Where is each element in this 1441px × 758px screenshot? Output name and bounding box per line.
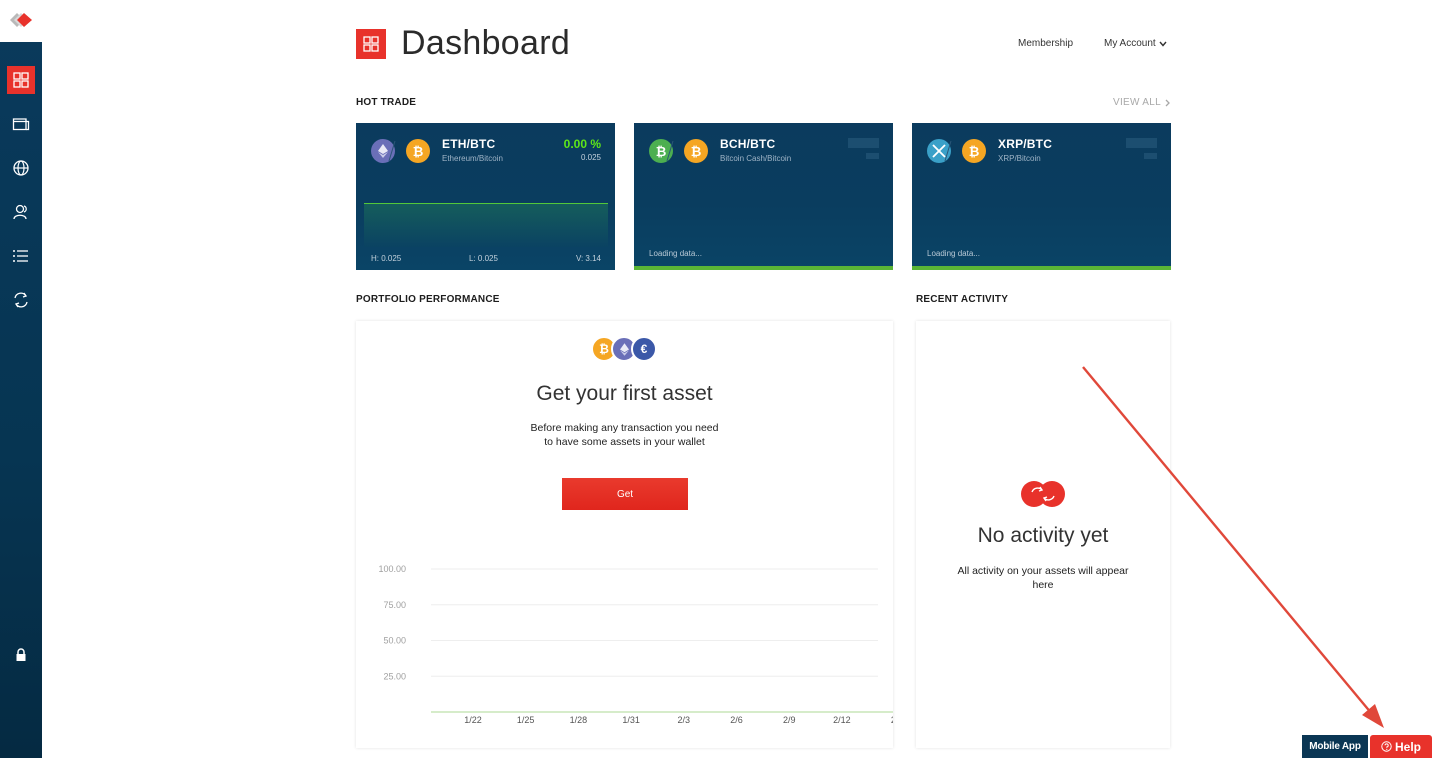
membership-link[interactable]: Membership: [1018, 38, 1073, 49]
y-tick-label: 50.00: [383, 636, 406, 646]
first-asset-heading: Get your first asset: [536, 382, 713, 405]
page-title: Dashboard: [401, 24, 571, 62]
nav-orders[interactable]: [0, 240, 42, 272]
y-tick-label: 100.00: [378, 564, 406, 574]
trade-card-eth-btc[interactable]: ₿ ETH/BTC Ethereum/Bitcoin 0.00 % 0.025 …: [356, 123, 615, 270]
recent-activity-panel: No activity yet All activity on your ass…: [916, 321, 1170, 748]
chevron-down-icon: [1159, 41, 1167, 47]
no-activity-heading: No activity yet: [977, 524, 1109, 547]
hot-trade-label: HOT TRADE: [356, 97, 417, 108]
first-asset-text-line: Before making any transaction you need: [530, 422, 719, 434]
mobile-app-button[interactable]: Mobile App: [1302, 735, 1368, 758]
nav-lock[interactable]: [0, 639, 42, 671]
brand-logo[interactable]: [0, 0, 42, 42]
wallet-icon: [12, 118, 30, 131]
portfolio-performance-label: PORTFOLIO PERFORMANCE: [356, 294, 500, 305]
trade-card-bch-btc[interactable]: ₿ ₿ BCH/BTC Bitcoin Cash/Bitcoin Loading…: [634, 123, 893, 270]
x-tick-label: 1/28: [570, 715, 588, 725]
pair-name: Ethereum/Bitcoin: [442, 154, 503, 163]
sidebar: [0, 0, 42, 758]
no-activity-text: All activity on your assets will appear …: [916, 564, 1170, 592]
loading-progress-bar: [634, 266, 893, 270]
x-tick-label: 2/12: [833, 715, 851, 725]
x-tick-label: 2/: [891, 715, 893, 725]
placeholder-bar: [1144, 153, 1157, 159]
placeholder-bar: [848, 138, 879, 148]
x-tick-label: 1/31: [622, 715, 640, 725]
list-icon: [13, 250, 28, 262]
chevron-right-icon: [1165, 99, 1170, 106]
exchange-icon: [14, 292, 28, 308]
high-value: H: 0.025: [371, 254, 402, 263]
pair-name: XRP/Bitcoin: [998, 154, 1041, 163]
x-tick-label: 1/22: [464, 715, 482, 725]
first-asset-text-line: to have some assets in your wallet: [544, 436, 705, 448]
y-tick-label: 25.00: [383, 671, 406, 681]
recent-activity-label: RECENT ACTIVITY: [916, 294, 1009, 305]
euro-icon: €: [631, 336, 657, 362]
pair-symbol: BCH/BTC: [720, 137, 776, 151]
grid-icon: [363, 36, 379, 52]
loading-text: Loading data...: [927, 249, 980, 258]
placeholder-bar: [1126, 138, 1157, 148]
activity-exchange-icon: [1021, 481, 1065, 507]
nav-users[interactable]: [0, 196, 42, 228]
lock-icon: [16, 648, 26, 661]
dashboard-title-icon: [356, 29, 386, 59]
trade-sparkline: [364, 203, 608, 247]
asset-coins: ₿ €: [591, 336, 661, 362]
bitcoin-icon: ₿: [406, 139, 430, 163]
view-all-label: VIEW ALL: [1113, 97, 1161, 108]
x-tick-label: 2/9: [783, 715, 796, 725]
portfolio-chart: 100.00 75.00 50.00 25.00 1/22 1/25 1/28 1/31 2/…: [378, 564, 893, 725]
nav-wallet[interactable]: [0, 108, 42, 140]
pair-name: Bitcoin Cash/Bitcoin: [720, 154, 792, 163]
x-tick-label: 2/3: [678, 715, 691, 725]
no-activity-text-line: here: [1032, 579, 1054, 591]
pair-symbol: ETH/BTC: [442, 137, 496, 151]
my-account-menu[interactable]: My Account: [1104, 38, 1167, 49]
placeholder-bar: [866, 153, 879, 159]
pair-symbol: XRP/BTC: [998, 137, 1053, 151]
view-all-link[interactable]: VIEW ALL: [1113, 97, 1170, 108]
globe-icon: [13, 160, 29, 176]
portfolio-panel: ₿ € Get your first asset Before making a…: [356, 321, 893, 748]
loading-progress-bar: [912, 266, 1171, 270]
first-asset-text: Before making any transaction you need t…: [356, 421, 893, 449]
users-icon: [13, 204, 27, 220]
nav-dashboard[interactable]: [0, 64, 42, 96]
x-tick-label: 2/6: [730, 715, 743, 725]
y-tick-label: 75.00: [383, 600, 406, 610]
logo-icon: [10, 13, 32, 27]
bitcoin-icon: ₿: [962, 139, 986, 163]
nav-markets[interactable]: [0, 152, 42, 184]
low-value: L: 0.025: [469, 254, 498, 263]
price-value: 0.025: [580, 153, 601, 162]
help-label: Help: [1394, 739, 1421, 754]
bitcoin-icon: ₿: [684, 139, 708, 163]
get-asset-button[interactable]: Get: [562, 478, 688, 510]
loading-text: Loading data...: [649, 249, 702, 258]
nav-exchange[interactable]: [0, 284, 42, 316]
help-button[interactable]: Help: [1370, 735, 1432, 758]
volume-value: V: 3.14: [575, 254, 601, 263]
x-tick-label: 1/25: [517, 715, 535, 725]
trade-card-xrp-btc[interactable]: ₿ XRP/BTC XRP/Bitcoin Loading data...: [912, 123, 1171, 270]
grid-icon: [13, 72, 29, 88]
no-activity-text-line: All activity on your assets will appear: [957, 565, 1129, 577]
question-icon: [1381, 741, 1392, 752]
my-account-label: My Account: [1104, 38, 1156, 49]
change-percent: 0.00 %: [563, 137, 601, 151]
